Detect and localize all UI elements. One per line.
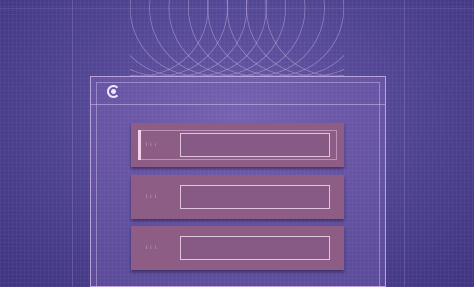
decorative-arc [130, 0, 228, 77]
decorative-arc [188, 0, 325, 77]
decorative-arc-pattern [130, 0, 344, 77]
focus-indicator [138, 130, 141, 160]
form-row-3: l i i [131, 226, 344, 270]
decorative-arc [168, 0, 306, 77]
field-label-2: l i i [146, 194, 157, 199]
form-row-1: l i i [131, 123, 344, 167]
form-row-2: l i i [131, 175, 344, 219]
field-label-1: l i i [146, 142, 157, 147]
decorative-arc [130, 0, 267, 77]
decorative-arc [207, 0, 344, 77]
text-field-1[interactable] [180, 133, 330, 157]
background-gridline-left [72, 0, 73, 287]
field-label-3: l i i [146, 245, 157, 250]
panel-header-divider [91, 104, 385, 105]
text-field-2[interactable] [180, 185, 330, 209]
decorative-arc [149, 0, 286, 77]
decorative-arc [246, 0, 344, 77]
background-gridline-right [404, 0, 405, 287]
swirl-logo-icon [107, 85, 120, 98]
text-field-3[interactable] [180, 236, 330, 260]
